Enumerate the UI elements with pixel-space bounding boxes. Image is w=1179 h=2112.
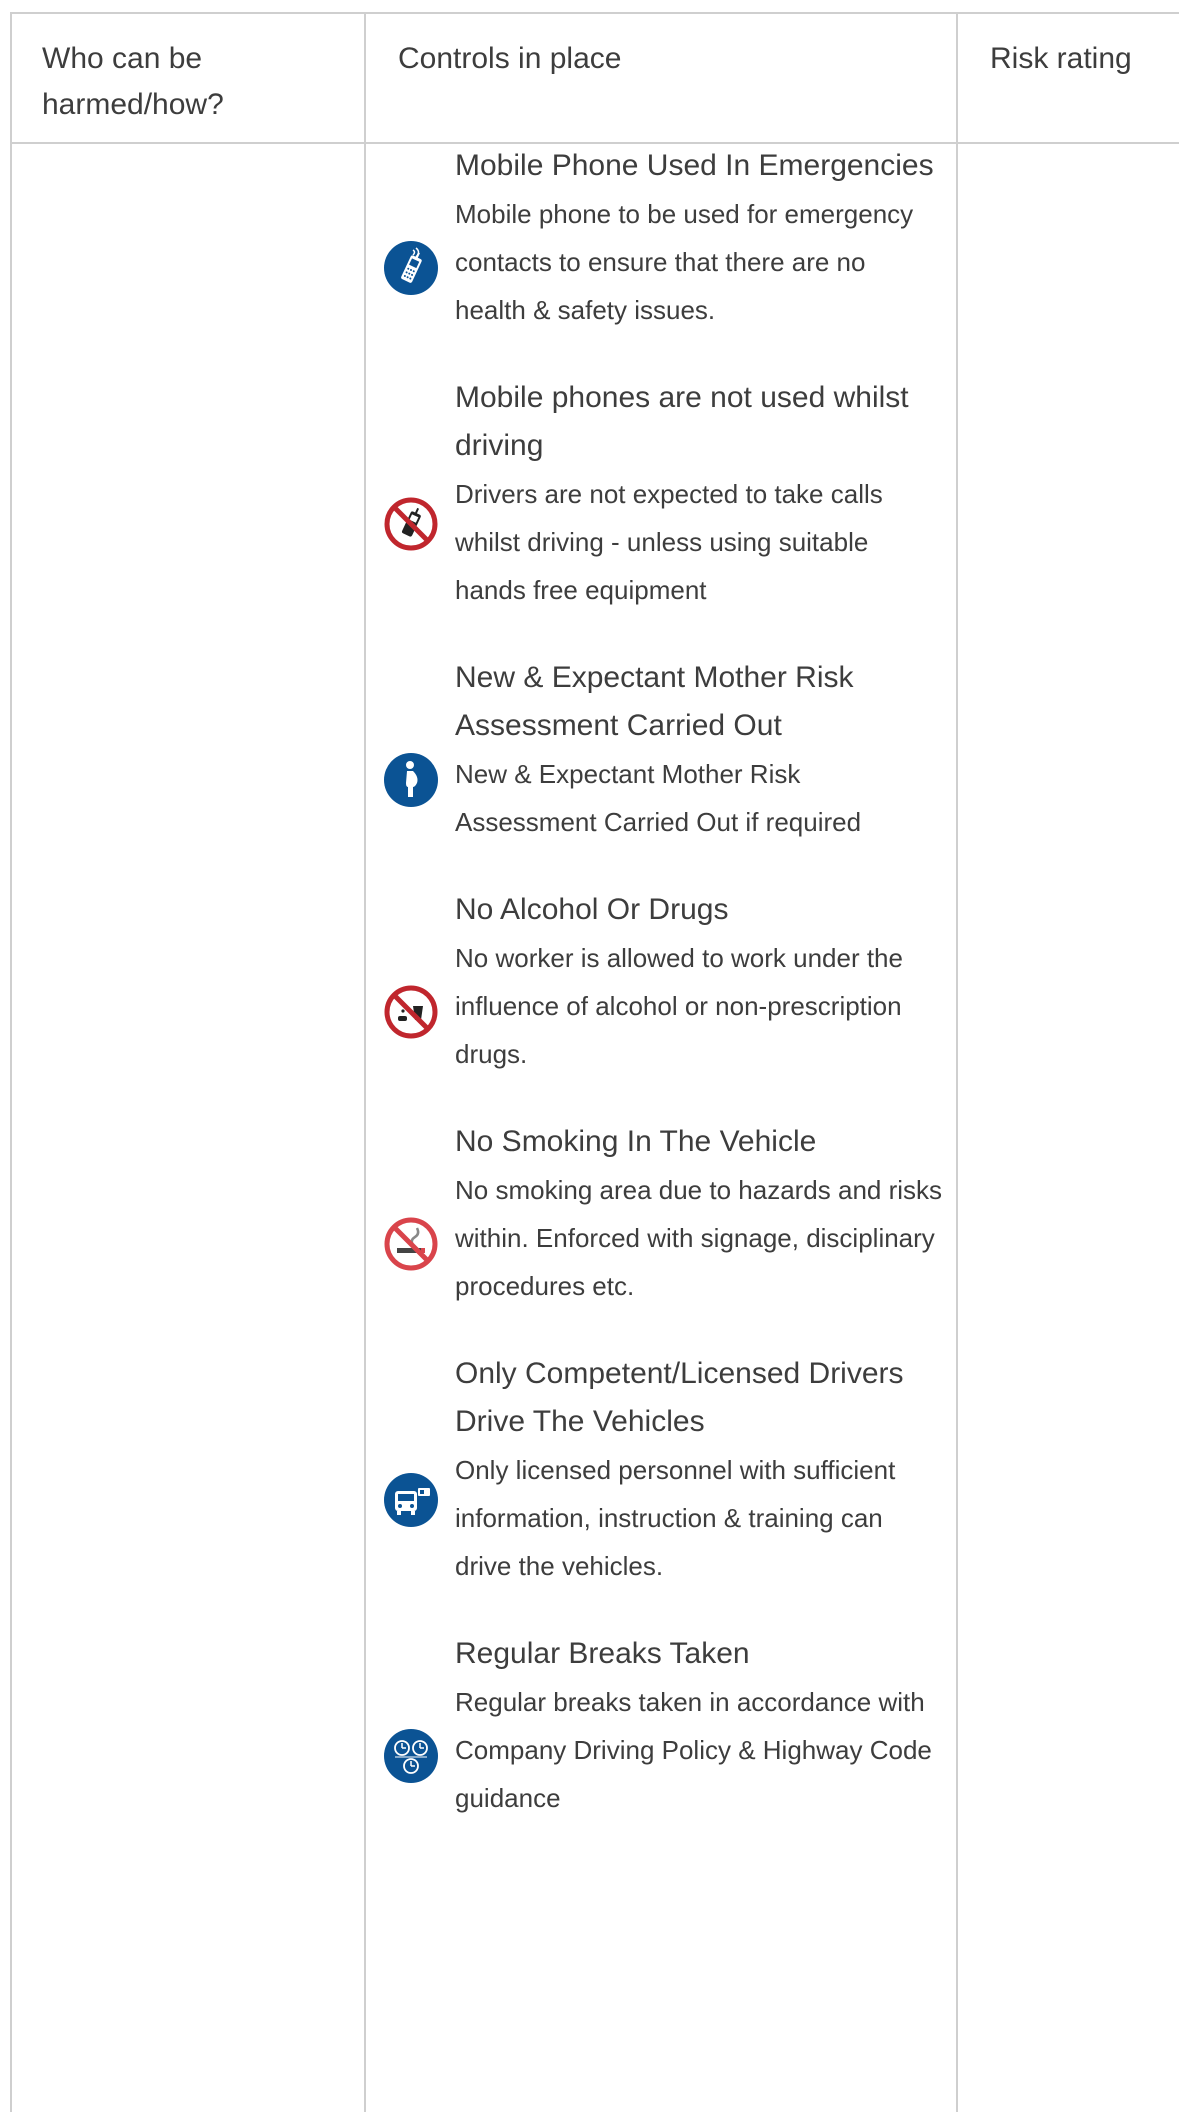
control-item: Mobile Phone Used In Emergencies Mobile … bbox=[383, 142, 943, 334]
control-description: Only licensed personnel with sufficient … bbox=[455, 1455, 896, 1581]
no-smoking-icon bbox=[383, 1216, 439, 1272]
control-title: Regular Breaks Taken bbox=[455, 1637, 750, 1670]
licensed-driver-icon bbox=[383, 1472, 439, 1528]
control-item: New & Expectant Mother Risk Assessment C… bbox=[383, 654, 943, 846]
control-description: New & Expectant Mother Risk Assessment C… bbox=[455, 759, 862, 837]
control-description: Mobile phone to be used for emergency co… bbox=[455, 199, 914, 325]
no-mobile-phone-icon bbox=[383, 496, 439, 552]
control-title: Only Competent/Licensed Drivers Drive Th… bbox=[455, 1357, 904, 1438]
regular-breaks-icon bbox=[383, 1728, 439, 1784]
control-item: Only Competent/Licensed Drivers Drive Th… bbox=[383, 1350, 943, 1590]
control-title: No Smoking In The Vehicle bbox=[455, 1125, 817, 1158]
control-title: Mobile Phone Used In Emergencies bbox=[455, 149, 934, 182]
control-title: New & Expectant Mother Risk Assessment C… bbox=[455, 661, 854, 742]
control-item: Mobile phones are not used whilst drivin… bbox=[383, 374, 943, 614]
control-description: Drivers are not expected to take calls w… bbox=[455, 479, 883, 605]
header-who-can-be-harmed: Who can be harmed/how? bbox=[42, 42, 224, 121]
control-description: No worker is allowed to work under the i… bbox=[455, 943, 903, 1069]
controls-list: Mobile Phone Used In Emergencies Mobile … bbox=[383, 142, 943, 1862]
control-item: Regular Breaks Taken Regular breaks take… bbox=[383, 1630, 943, 1822]
control-description: No smoking area due to hazards and risks… bbox=[455, 1175, 943, 1301]
control-title: Mobile phones are not used whilst drivin… bbox=[455, 381, 909, 462]
mobile-phone-icon bbox=[383, 240, 439, 296]
control-item: No Smoking In The Vehicle No smoking are… bbox=[383, 1118, 943, 1310]
no-alcohol-drugs-icon bbox=[383, 984, 439, 1040]
column-divider bbox=[956, 14, 958, 2112]
control-title: No Alcohol Or Drugs bbox=[455, 893, 729, 926]
control-description: Regular breaks taken in accordance with … bbox=[455, 1687, 932, 1813]
header-controls-in-place: Controls in place bbox=[398, 42, 622, 75]
header-risk-rating: Risk rating bbox=[990, 42, 1132, 75]
control-item: No Alcohol Or Drugs No worker is allowed… bbox=[383, 886, 943, 1078]
pregnant-woman-icon bbox=[383, 752, 439, 808]
column-divider bbox=[364, 14, 366, 2112]
